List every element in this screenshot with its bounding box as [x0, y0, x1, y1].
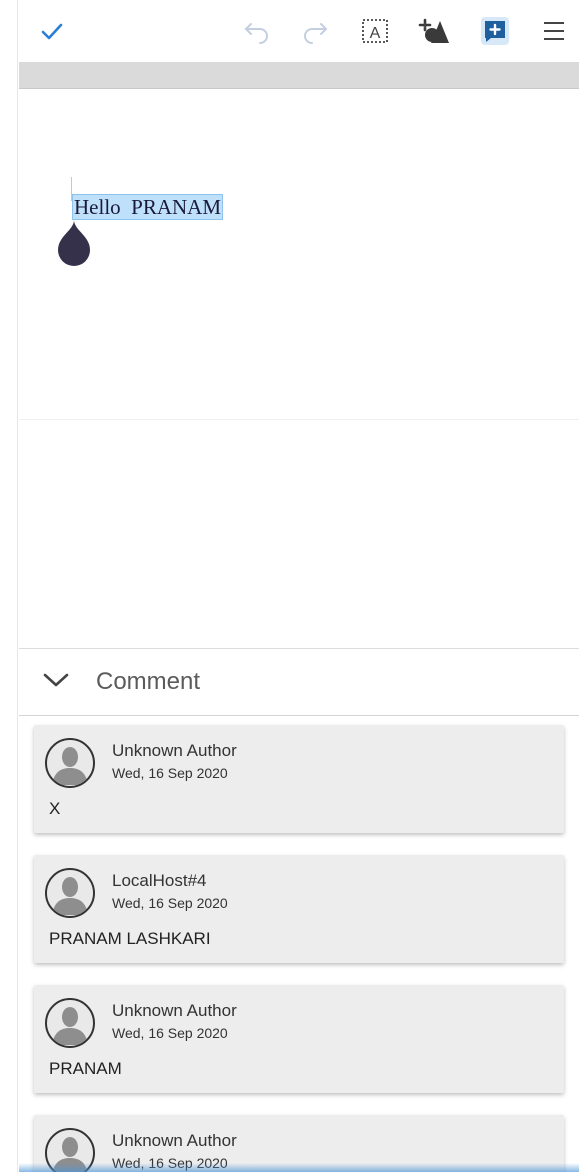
- hamburger-menu-icon: [541, 19, 567, 43]
- selected-document-text[interactable]: Hello PRANAM: [72, 194, 224, 220]
- document-page[interactable]: Hello PRANAM: [19, 89, 579, 648]
- comment-card[interactable]: LocalHost#4 Wed, 16 Sep 2020 PRANAM LASH…: [34, 855, 564, 963]
- undo-icon: [242, 18, 272, 44]
- chevron-down-icon: [42, 671, 70, 694]
- text-box-icon: A: [360, 17, 390, 45]
- document-editor: A Hello PRANAM Comment Unknown Author We…: [19, 0, 579, 1172]
- collapse-panel-button[interactable]: [41, 669, 71, 695]
- comment-date: Wed, 16 Sep 2020: [112, 765, 228, 781]
- window-left-edge: [0, 0, 18, 1172]
- ruler-bar: [19, 62, 579, 89]
- comment-date: Wed, 16 Sep 2020: [112, 1025, 228, 1041]
- scroll-edge-glow: [19, 1163, 579, 1172]
- top-toolbar: A: [19, 0, 579, 63]
- comment-author: Unknown Author: [112, 741, 237, 760]
- avatar: [44, 867, 96, 919]
- comment-panel-header: Comment: [19, 649, 579, 716]
- avatar: [44, 737, 96, 789]
- comment-card[interactable]: Unknown Author Wed, 16 Sep 2020 X: [34, 725, 564, 833]
- page-divider: [19, 419, 579, 420]
- add-comment-icon: [479, 15, 511, 47]
- insert-shape-button[interactable]: [417, 13, 451, 49]
- comment-author: Unknown Author: [112, 1131, 237, 1150]
- checkmark-icon: [39, 20, 65, 42]
- comment-text: X: [49, 799, 61, 818]
- comment-date: Wed, 16 Sep 2020: [112, 895, 228, 911]
- svg-text:A: A: [370, 25, 381, 42]
- comment-text: PRANAM: [49, 1059, 122, 1078]
- comment-text: PRANAM LASHKARI: [49, 929, 211, 948]
- insert-comment-button[interactable]: [478, 13, 512, 49]
- menu-button[interactable]: [537, 13, 571, 49]
- comment-author: Unknown Author: [112, 1001, 237, 1020]
- avatar: [44, 997, 96, 1049]
- comment-sidebar: Comment Unknown Author Wed, 16 Sep 2020 …: [19, 648, 579, 1172]
- comment-card[interactable]: Unknown Author Wed, 16 Sep 2020 PRANAM: [34, 985, 564, 1093]
- redo-button[interactable]: [298, 13, 332, 49]
- add-shape-icon: [418, 17, 450, 45]
- undo-button[interactable]: [240, 13, 274, 49]
- comment-author: LocalHost#4: [112, 871, 207, 890]
- selection-handle[interactable]: [52, 220, 96, 272]
- comment-panel-title: Comment: [96, 668, 201, 695]
- insert-text-box-button[interactable]: A: [358, 13, 392, 49]
- confirm-button[interactable]: [35, 13, 69, 49]
- redo-icon: [300, 18, 330, 44]
